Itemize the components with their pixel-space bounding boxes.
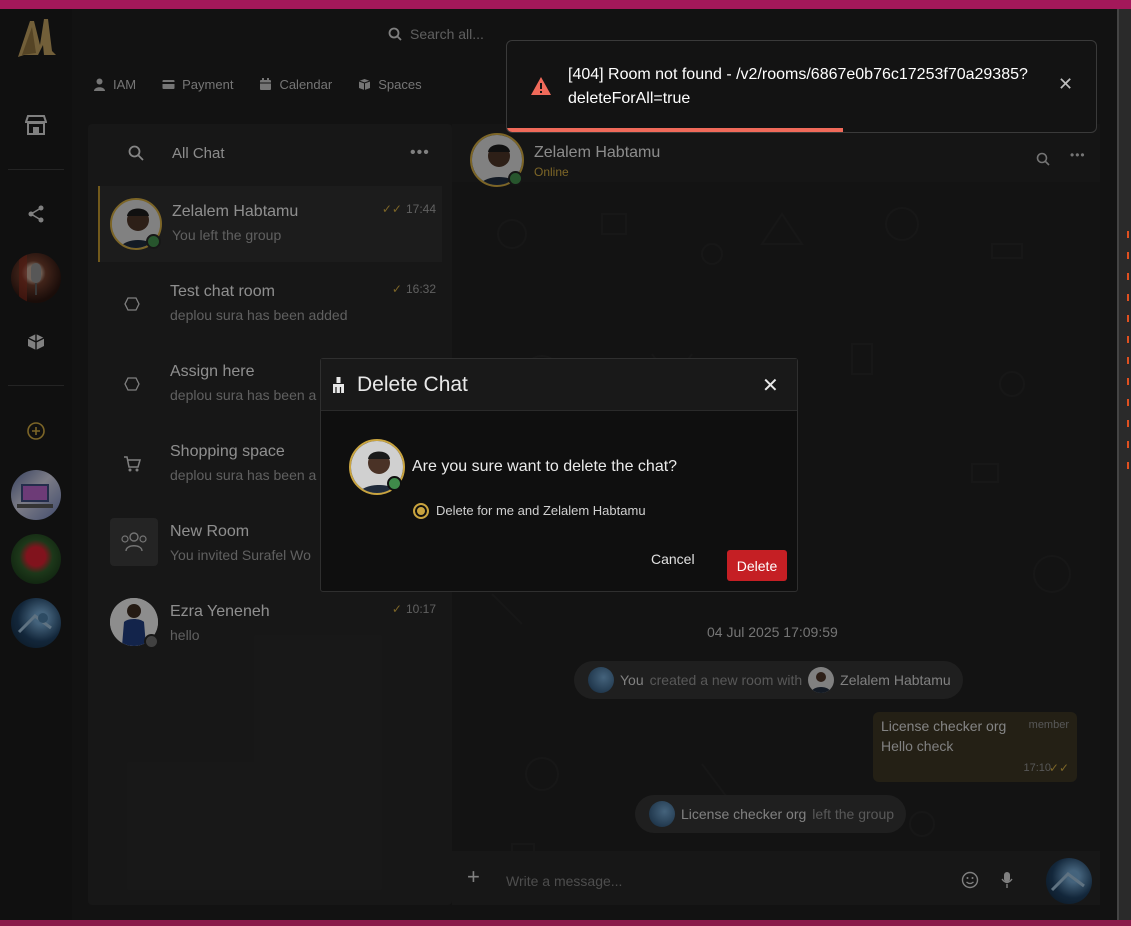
dialog-question: Are you sure want to delete the chat?: [412, 458, 678, 475]
close-icon[interactable]: ✕: [1058, 74, 1073, 95]
online-status-dot: [387, 476, 402, 491]
delete-chat-dialog: Delete Chat ✕ Are you sure want to delet…: [320, 358, 798, 592]
cancel-button[interactable]: Cancel: [651, 551, 695, 567]
close-icon[interactable]: ✕: [762, 373, 779, 398]
devtools-edge-panel: [1117, 9, 1131, 920]
delete-for-both-radio[interactable]: [413, 503, 429, 519]
window-top-strip: [0, 0, 1131, 9]
dialog-title: Delete Chat: [357, 373, 468, 396]
dialog-header: Delete Chat ✕: [321, 359, 797, 411]
toast-progress-bar: [507, 128, 843, 132]
delete-for-both-label[interactable]: Delete for me and Zelalem Habtamu: [436, 503, 646, 518]
window-bottom-strip: [0, 920, 1131, 926]
app-window: Search all... IAM Payment Calendar Space…: [0, 9, 1117, 926]
broom-icon: [333, 377, 344, 393]
error-toast: [404] Room not found - /v2/rooms/6867e0b…: [506, 40, 1097, 133]
delete-button[interactable]: Delete: [727, 550, 787, 581]
toast-message: [404] Room not found - /v2/rooms/6867e0b…: [568, 66, 1028, 107]
warning-icon: [531, 77, 551, 95]
